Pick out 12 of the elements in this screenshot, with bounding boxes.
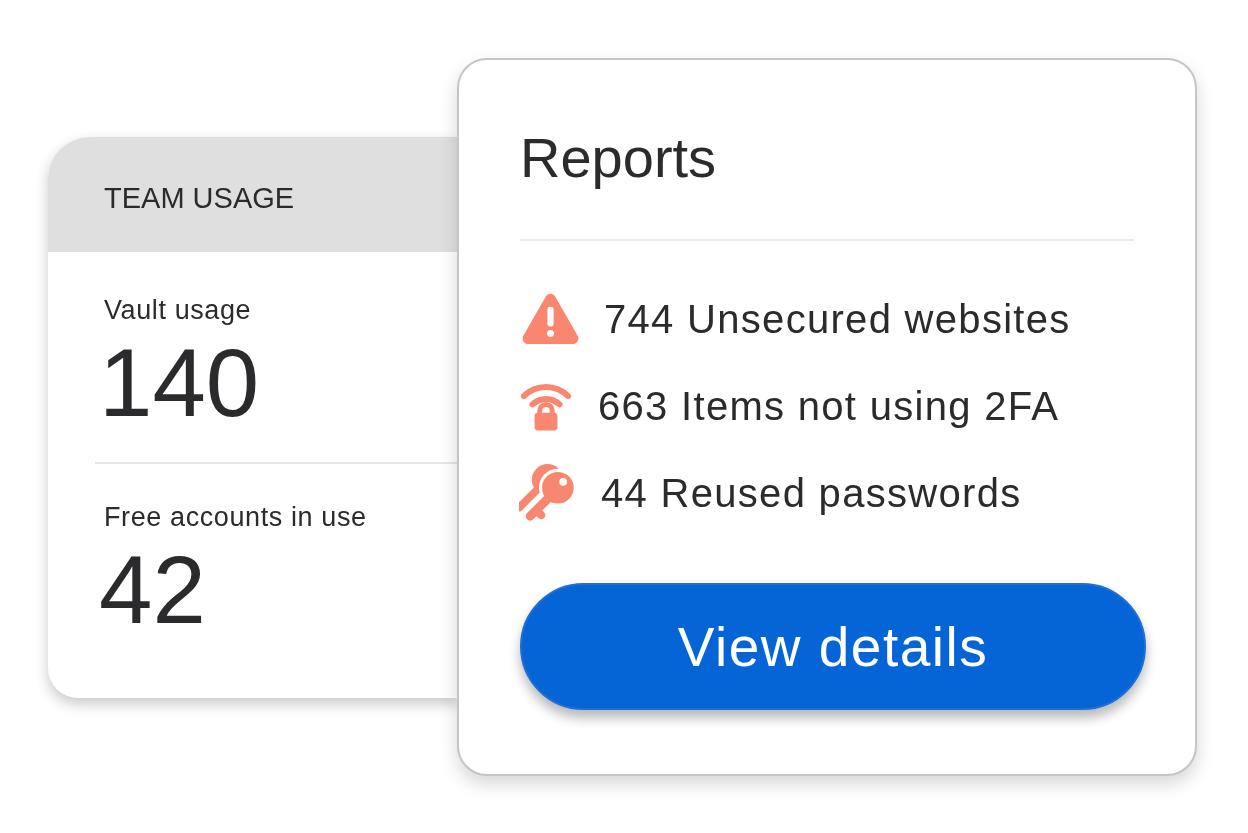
stat-label: Vault usage xyxy=(103,295,252,326)
report-item-text: 744 Unsecured websites xyxy=(604,295,1071,343)
report-item-text: 44 Reused passwords xyxy=(601,469,1022,517)
stat-value: 42 xyxy=(99,542,206,638)
stat-value: 140 xyxy=(99,335,260,431)
card-title: Reports xyxy=(520,125,717,191)
warning-icon xyxy=(522,292,579,345)
keys-icon xyxy=(519,463,577,522)
card-title: TEAM USAGE xyxy=(104,181,295,216)
stat-label: Free accounts in use xyxy=(103,502,367,533)
report-item-text: 663 Items not using 2FA xyxy=(598,382,1060,430)
view-details-button[interactable]: View details xyxy=(520,583,1146,710)
